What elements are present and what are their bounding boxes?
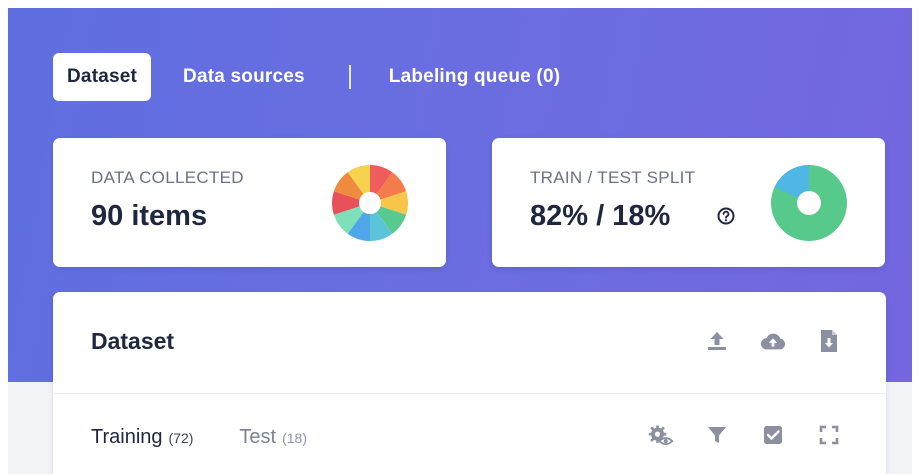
subtab-test[interactable]: Test (18) bbox=[239, 426, 307, 449]
data-collected-card: DATA COLLECTED 90 items bbox=[53, 138, 446, 267]
tab-dataset[interactable]: Dataset bbox=[53, 53, 152, 101]
left-border bbox=[0, 0, 8, 474]
split-value: 82% / 18% bbox=[530, 200, 671, 232]
tab-divider bbox=[348, 65, 351, 89]
subtab-training[interactable]: Training (72) bbox=[91, 426, 193, 449]
subtab-test-label: Test bbox=[239, 426, 277, 448]
question-circle-icon[interactable] bbox=[716, 206, 736, 226]
right-border bbox=[912, 0, 920, 474]
split-label: TRAIN / TEST SPLIT bbox=[530, 168, 696, 187]
multicolor-donut-icon bbox=[332, 165, 408, 241]
train-test-split-card: TRAIN / TEST SPLIT 82% / 18% bbox=[492, 138, 885, 267]
data-collected-label: DATA COLLECTED bbox=[91, 168, 244, 187]
dataset-tools bbox=[648, 422, 842, 448]
dataset-actions bbox=[704, 328, 842, 354]
tab-data-sources[interactable]: Data sources bbox=[169, 53, 319, 101]
dataset-subtabs: Training (72) Test (18) bbox=[91, 426, 307, 449]
donut-hole bbox=[797, 191, 821, 215]
expand-icon[interactable] bbox=[816, 422, 842, 448]
settings-eye-icon[interactable] bbox=[648, 422, 674, 448]
subtab-training-count: (72) bbox=[168, 430, 194, 446]
dataset-title: Dataset bbox=[91, 328, 175, 354]
subtab-training-label: Training bbox=[91, 426, 163, 448]
dataset-panel: Dataset Training (72) Test(18) bbox=[53, 292, 886, 474]
checkbox-icon[interactable] bbox=[760, 422, 786, 448]
cloud-upload-icon[interactable] bbox=[760, 328, 786, 354]
subtab-test-count: (18) bbox=[282, 430, 308, 446]
dataset-divider bbox=[53, 393, 886, 394]
upload-icon[interactable] bbox=[704, 328, 730, 354]
tab-labeling-queue[interactable]: Labeling queue (0) bbox=[375, 53, 574, 101]
top-border bbox=[0, 0, 920, 8]
data-collected-value: 90 items bbox=[91, 200, 208, 232]
main-tabs: Dataset Data sources Labeling queue (0) bbox=[53, 53, 574, 101]
filter-icon[interactable] bbox=[704, 422, 730, 448]
split-donut-chart bbox=[771, 165, 847, 241]
download-file-icon[interactable] bbox=[816, 328, 842, 354]
